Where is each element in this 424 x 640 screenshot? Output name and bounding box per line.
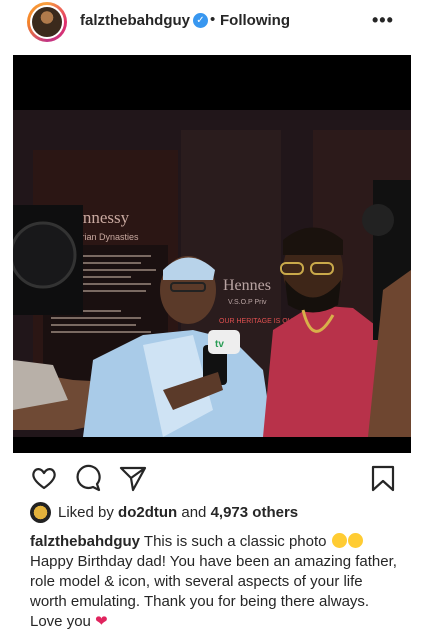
- red-heart-icon: ❤: [95, 613, 108, 630]
- following-button[interactable]: Following: [220, 12, 290, 29]
- profile-avatar[interactable]: [27, 2, 67, 42]
- bookmark-icon[interactable]: [370, 464, 396, 497]
- avatar: [30, 5, 64, 39]
- caption-username[interactable]: falzthebahdguy: [30, 533, 140, 550]
- poster-brand-2: Hennes: [223, 277, 271, 294]
- post-header: falzthebahdguy ✓ • Following •••: [0, 0, 424, 44]
- post-caption: falzthebahdguy This is such a classic ph…: [30, 532, 402, 632]
- post-photo: Hennessy Nigerian Dynasties Hennes V.S.O…: [13, 110, 411, 437]
- likes-text: Liked by do2dtun and 4,973 others: [58, 504, 298, 521]
- likes-count[interactable]: 4,973 others: [211, 504, 299, 521]
- comment-icon[interactable]: [75, 464, 103, 497]
- action-bar: [0, 460, 424, 500]
- photo-scene: Hennessy Nigerian Dynasties Hennes V.S.O…: [13, 110, 411, 437]
- post-username[interactable]: falzthebahdguy: [80, 12, 190, 29]
- mic-label: tv: [215, 339, 224, 350]
- caption-line1: This is such a classic photo: [143, 533, 327, 550]
- poster-vsop: V.S.O.P Priv: [228, 299, 267, 306]
- caption-body: Happy Birthday dad! You have been an ama…: [30, 553, 397, 630]
- post-media[interactable]: Hennessy Nigerian Dynasties Hennes V.S.O…: [13, 55, 411, 453]
- separator-dot: •: [210, 11, 216, 28]
- laughing-emoji-icon: [331, 533, 347, 548]
- share-icon[interactable]: [118, 464, 148, 497]
- laughing-emoji-icon: [347, 533, 363, 548]
- liker-avatar[interactable]: [30, 502, 51, 523]
- like-icon[interactable]: [30, 464, 58, 497]
- likes-prefix: Liked by: [58, 504, 114, 521]
- verified-badge-icon: ✓: [193, 13, 208, 28]
- likes-middle: and: [181, 504, 207, 521]
- more-options-icon[interactable]: •••: [372, 10, 394, 31]
- liker-username[interactable]: do2dtun: [118, 504, 177, 521]
